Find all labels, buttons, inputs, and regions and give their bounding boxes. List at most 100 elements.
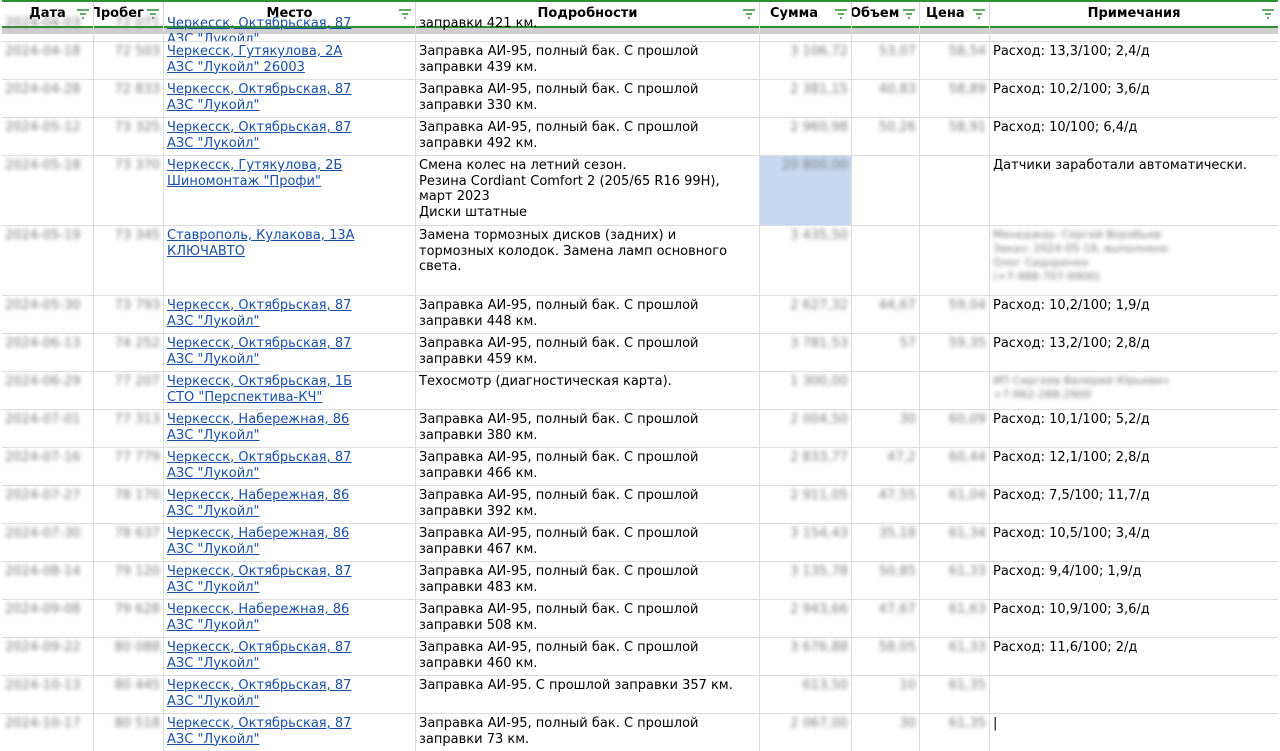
place-cell[interactable]: Черкесск, Октябрьская, 87 АЗС "Лукойл" [164,80,416,117]
date-cell[interactable]: 2024-07-30 [2,524,94,561]
price-cell[interactable] [920,156,990,225]
table-row[interactable]: 2024-04-03 72 071 Черкесск, Октябрьская, 8… [2,14,1278,42]
place-name-link[interactable]: АЗС "Лукойл" [167,136,412,152]
details-cell[interactable]: Заправка АИ-95, полный бак. С прошлой за… [416,524,760,561]
place-name-link[interactable]: АЗС "Лукойл" [167,656,412,672]
place-cell[interactable]: Черкесск, Набережная, 86 АЗС "Лукойл" [164,600,416,637]
price-cell[interactable]: 61,35 [920,714,990,751]
volume-cell[interactable]: 35,18 [852,524,920,561]
place-link[interactable]: Черкесск, Октябрьская, 87 [167,716,412,732]
date-cell[interactable]: 2024-10-13 [2,676,94,713]
price-cell[interactable] [920,226,990,295]
sum-cell[interactable]: 3 781,53 [760,334,852,371]
sum-cell[interactable]: 3 106,72 [760,42,852,79]
place-name-link[interactable]: АЗС "Лукойл" 26003 [167,60,412,76]
date-cell[interactable]: 2024-04-03 [2,14,94,41]
mileage-cell[interactable]: 80 445 [94,676,164,713]
place-link[interactable]: Черкесск, Октябрьская, 87 [167,564,412,580]
place-name-link[interactable]: АЗС "Лукойл" [167,32,412,42]
mileage-cell[interactable]: 72 071 [94,14,164,41]
table-row[interactable]: 2024-04-28 72 833 Черкесск, Октябрьская, 8… [2,80,1278,118]
mileage-cell[interactable]: 73 325 [94,118,164,155]
volume-cell[interactable] [852,156,920,225]
date-cell[interactable]: 2024-05-12 [2,118,94,155]
table-row[interactable]: 2024-08-14 79 120 Черкесск, Октябрьская, 8… [2,562,1278,600]
price-cell[interactable]: 58,89 [920,80,990,117]
date-cell[interactable]: 2024-06-13 [2,334,94,371]
place-link[interactable]: Черкесск, Октябрьская, 87 [167,678,412,694]
price-cell[interactable] [920,14,990,41]
place-link[interactable]: Черкесск, Октябрьская, 1Б [167,374,412,390]
price-cell[interactable]: 60,09 [920,410,990,447]
price-cell[interactable]: 61,35 [920,676,990,713]
mileage-cell[interactable]: 78 170 [94,486,164,523]
price-cell[interactable]: 60,44 [920,448,990,485]
place-name-link[interactable]: АЗС "Лукойл" [167,98,412,114]
notes-cell[interactable]: Расход: 10,1/100; 5,2/д [990,410,1278,447]
place-name-link[interactable]: АЗС "Лукойл" [167,428,412,444]
place-name-link[interactable]: АЗС "Лукойл" [167,314,412,330]
table-row[interactable]: 2024-06-13 74 252 Черкесск, Октябрьская, 8… [2,334,1278,372]
date-cell[interactable]: 2024-07-27 [2,486,94,523]
notes-cell[interactable]: Менеджер: Сергей Воробьев Заказ: 2024-05… [990,226,1278,295]
place-link[interactable]: Черкесск, Октябрьская, 87 [167,450,412,466]
price-cell[interactable]: 61,04 [920,486,990,523]
details-cell[interactable]: Заправка АИ-95, полный бак. С прошлой за… [416,448,760,485]
sum-cell[interactable]: 2 960,98 [760,118,852,155]
notes-cell[interactable]: | [990,714,1278,751]
notes-cell[interactable] [990,14,1278,41]
volume-cell[interactable]: 53,07 [852,42,920,79]
table-row[interactable]: 2024-09-22 80 088 Черкесск, Октябрьская, 8… [2,638,1278,676]
date-cell[interactable]: 2024-04-18 [2,42,94,79]
date-cell[interactable]: 2024-05-19 [2,226,94,295]
place-cell[interactable]: Черкесск, Гутякулова, 2Б Шиномонтаж "Проф… [164,156,416,225]
date-cell[interactable]: 2024-08-14 [2,562,94,599]
place-link[interactable]: Черкесск, Октябрьская, 87 [167,640,412,656]
sum-cell[interactable]: 613,50 [760,676,852,713]
notes-cell[interactable]: Расход: 10/100; 6,4/д [990,118,1278,155]
table-row[interactable]: 2024-05-19 73 345 Ставрополь, Кулакова, 13… [2,226,1278,296]
mileage-cell[interactable]: 74 252 [94,334,164,371]
place-cell[interactable]: Черкесск, Октябрьская, 87 АЗС "Лукойл" [164,118,416,155]
sum-cell[interactable]: 2 067,00 [760,714,852,751]
place-name-link[interactable]: АЗС "Лукойл" [167,466,412,482]
mileage-cell[interactable]: 79 120 [94,562,164,599]
details-cell[interactable]: Заправка АИ-95, полный бак. С прошлой за… [416,486,760,523]
mileage-cell[interactable]: 72 833 [94,80,164,117]
notes-cell[interactable]: Расход: 10,9/100; 3,6/д [990,600,1278,637]
mileage-cell[interactable]: 80 518 [94,714,164,751]
date-cell[interactable]: 2024-06-29 [2,372,94,409]
table-row[interactable]: 2024-05-18 73 370 Черкесск, Гутякулова, 2Б… [2,156,1278,226]
table-row[interactable]: 2024-10-17 80 518 Черкесск, Октябрьская, 8… [2,714,1278,751]
table-row[interactable]: 2024-05-12 73 325 Черкесск, Октябрьская, 8… [2,118,1278,156]
place-cell[interactable]: Черкесск, Октябрьская, 87 АЗС "Лукойл" [164,296,416,333]
sum-cell[interactable]: 3 135,78 [760,562,852,599]
sum-cell[interactable]: 2 381,15 [760,80,852,117]
mileage-cell[interactable]: 77 779 [94,448,164,485]
notes-cell[interactable]: Расход: 10,2/100; 3,6/д [990,80,1278,117]
details-cell[interactable]: Заправка АИ-95, полный бак. С прошлой за… [416,296,760,333]
table-row[interactable]: 2024-07-27 78 170 Черкесск, Набережная, 86… [2,486,1278,524]
volume-cell[interactable]: 47,67 [852,600,920,637]
table-row[interactable]: 2024-05-30 73 793 Черкесск, Октябрьская, 8… [2,296,1278,334]
place-link[interactable]: Черкесск, Набережная, 86 [167,412,412,428]
price-cell[interactable]: 59,35 [920,334,990,371]
place-link[interactable]: Черкесск, Гутякулова, 2Б [167,158,412,174]
price-cell[interactable]: 58,91 [920,118,990,155]
date-cell[interactable]: 2024-05-18 [2,156,94,225]
sum-cell[interactable]: 2 943,66 [760,600,852,637]
notes-cell[interactable]: Расход: 7,5/100; 11,7/д [990,486,1278,523]
sum-cell[interactable]: 2 833,77 [760,448,852,485]
place-name-link[interactable]: АЗС "Лукойл" [167,694,412,710]
notes-cell[interactable]: Расход: 9,4/100; 1,9/д [990,562,1278,599]
place-link[interactable]: Черкесск, Гутякулова, 2А [167,44,412,60]
sum-cell[interactable]: 20 800,00 [760,156,852,225]
price-cell[interactable]: 61,33 [920,562,990,599]
place-name-link[interactable]: АЗС "Лукойл" [167,504,412,520]
date-cell[interactable]: 2024-07-01 [2,410,94,447]
place-link[interactable]: Черкесск, Октябрьская, 87 [167,120,412,136]
place-name-link[interactable]: Шиномонтаж "Профи" [167,174,412,190]
place-name-link[interactable]: АЗС "Лукойл" [167,352,412,368]
place-link[interactable]: Ставрополь, Кулакова, 13А [167,228,412,244]
place-cell[interactable]: Черкесск, Октябрьская, 1Б СТО "Перспектив… [164,372,416,409]
